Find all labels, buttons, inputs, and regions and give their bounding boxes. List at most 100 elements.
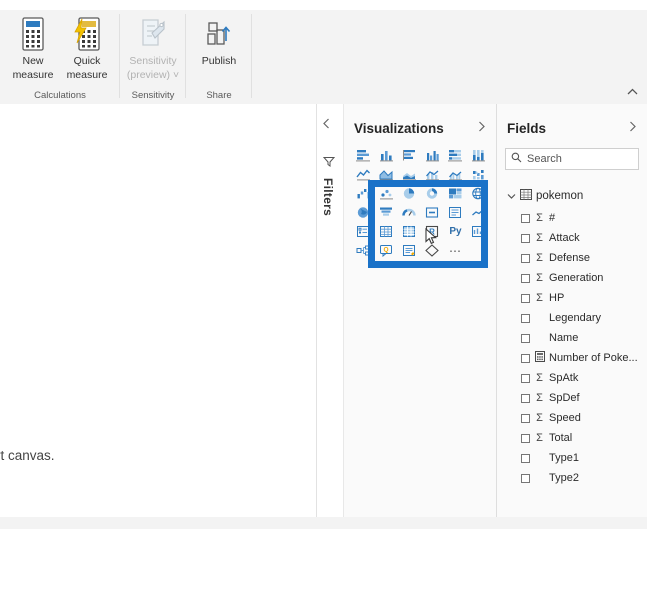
field-item-type2[interactable]: Type2 xyxy=(521,468,647,488)
field-checkbox[interactable] xyxy=(521,273,530,283)
chevron-up-icon[interactable] xyxy=(625,84,639,98)
treemap-icon[interactable] xyxy=(444,184,467,203)
sensitivity-button[interactable]: Sensitivity (preview) ˅ xyxy=(126,10,180,81)
field-item-spdef[interactable]: Σ SpDef xyxy=(521,388,647,408)
field-checkbox[interactable] xyxy=(521,473,530,483)
field-checkbox[interactable] xyxy=(521,393,530,403)
gallery-spacer xyxy=(467,241,490,260)
field-item-name[interactable]: Name xyxy=(521,328,647,348)
fields-table-pokemon[interactable]: pokemon xyxy=(507,189,583,203)
field-item-defense[interactable]: Σ Defense xyxy=(521,248,647,268)
field-label: SpDef xyxy=(549,392,580,404)
field-item-generation[interactable]: Σ Generation xyxy=(521,268,647,288)
multi-row-card-icon[interactable] xyxy=(444,203,467,222)
field-checkbox[interactable] xyxy=(521,213,530,223)
search-icon xyxy=(511,152,522,166)
sigma-icon: Σ xyxy=(536,412,543,424)
100-stacked-bar-chart-icon[interactable] xyxy=(444,146,467,165)
chevron-right-icon[interactable] xyxy=(478,121,486,135)
waterfall-chart-icon[interactable] xyxy=(352,184,375,203)
field-item-type1[interactable]: Type1 xyxy=(521,448,647,468)
field-item-hash[interactable]: Σ # xyxy=(521,208,647,228)
sensitivity-label-line1: Sensitivity xyxy=(129,55,177,67)
clustered-bar-chart-icon[interactable] xyxy=(398,146,421,165)
field-item-attack[interactable]: Σ Attack xyxy=(521,228,647,248)
matrix-icon[interactable] xyxy=(398,222,421,241)
stacked-area-chart-icon[interactable] xyxy=(398,165,421,184)
visualizations-title: Visualizations xyxy=(354,120,444,136)
report-canvas[interactable]: rt canvas. xyxy=(0,104,317,529)
field-item-speed[interactable]: Σ Speed xyxy=(521,408,647,428)
funnel-chart-icon[interactable] xyxy=(375,203,398,222)
fields-header: Fields xyxy=(497,116,647,140)
power-bi-window: New measure Quick measure Calculations S… xyxy=(0,0,647,529)
canvas-hint-text: rt canvas. xyxy=(0,448,55,463)
map-icon[interactable] xyxy=(467,184,490,203)
chevron-left-icon[interactable] xyxy=(322,118,330,132)
100-stacked-column-chart-icon[interactable] xyxy=(467,146,490,165)
stacked-bar-chart-icon[interactable] xyxy=(352,146,375,165)
table-icon xyxy=(520,189,532,203)
field-checkbox[interactable] xyxy=(521,413,530,423)
field-checkbox[interactable] xyxy=(521,333,530,343)
sigma-icon: Σ xyxy=(536,212,543,224)
sensitivity-tag-icon xyxy=(138,14,168,54)
field-checkbox[interactable] xyxy=(521,373,530,383)
field-checkbox[interactable] xyxy=(521,293,530,303)
slicer-icon[interactable] xyxy=(352,222,375,241)
filter-funnel-icon[interactable] xyxy=(322,156,336,170)
field-label: Type2 xyxy=(549,472,579,484)
sigma-icon: Σ xyxy=(536,252,543,264)
gauge-chart-icon[interactable] xyxy=(398,203,421,222)
ribbon-group-sensitivity: Sensitivity (preview) ˅ Sensitivity xyxy=(120,10,186,104)
area-chart-icon[interactable] xyxy=(375,165,398,184)
clustered-column-chart-icon[interactable] xyxy=(421,146,444,165)
get-more-visuals-icon[interactable]: ⋯ xyxy=(444,241,467,260)
field-checkbox[interactable] xyxy=(521,453,530,463)
search-input[interactable]: Search xyxy=(505,148,639,170)
new-measure-button[interactable]: New measure xyxy=(6,10,60,81)
ribbon-groups: New measure Quick measure Calculations S… xyxy=(0,10,252,104)
line-clustered-column-icon[interactable] xyxy=(444,165,467,184)
scatter-chart-icon[interactable] xyxy=(375,184,398,203)
visual-type-gallery[interactable]: R Py Q ⋯ xyxy=(352,146,492,260)
quick-measure-button[interactable]: Quick measure xyxy=(60,10,114,81)
field-checkbox[interactable] xyxy=(521,253,530,263)
publish-icon xyxy=(204,14,234,54)
field-item-hp[interactable]: Σ HP xyxy=(521,288,647,308)
table-icon[interactable] xyxy=(375,222,398,241)
decomposition-tree-icon[interactable] xyxy=(352,241,375,260)
filled-map-icon[interactable] xyxy=(352,203,375,222)
donut-chart-icon[interactable] xyxy=(421,184,444,203)
key-influencers-icon[interactable] xyxy=(467,222,490,241)
field-label: Generation xyxy=(549,272,604,284)
ribbon-chart-icon[interactable] xyxy=(467,165,490,184)
py-script-visual-icon[interactable]: Py xyxy=(444,222,467,241)
chevron-down-icon[interactable] xyxy=(507,189,516,203)
q-and-a-icon[interactable]: Q xyxy=(375,241,398,260)
card-icon[interactable] xyxy=(421,203,444,222)
field-checkbox[interactable] xyxy=(521,433,530,443)
new-measure-label-line2: measure xyxy=(12,68,54,81)
line-chart-icon[interactable] xyxy=(352,165,375,184)
field-checkbox[interactable] xyxy=(521,233,530,243)
publish-button[interactable]: Publish xyxy=(192,10,246,68)
chevron-right-icon[interactable] xyxy=(629,121,637,135)
field-label: Attack xyxy=(549,232,580,244)
field-checkbox[interactable] xyxy=(521,353,530,363)
kpi-icon[interactable] xyxy=(467,203,490,222)
table-name-label: pokemon xyxy=(536,190,584,202)
stacked-column-chart-icon[interactable] xyxy=(375,146,398,165)
ribbon-top-strip xyxy=(0,0,647,10)
visualizations-header: Visualizations xyxy=(344,116,496,140)
smart-narrative-icon[interactable] xyxy=(398,241,421,260)
field-item-legendary[interactable]: Legendary xyxy=(521,308,647,328)
pie-chart-icon[interactable] xyxy=(398,184,421,203)
field-item-number-of-pokemon[interactable]: Number of Poke... xyxy=(521,348,647,368)
field-checkbox[interactable] xyxy=(521,313,530,323)
filters-pane-collapsed[interactable]: Filters xyxy=(317,104,344,529)
field-item-spatk[interactable]: Σ SpAtk xyxy=(521,368,647,388)
field-item-total[interactable]: Σ Total xyxy=(521,428,647,448)
line-stacked-column-icon[interactable] xyxy=(421,165,444,184)
bottom-strip xyxy=(0,517,647,529)
